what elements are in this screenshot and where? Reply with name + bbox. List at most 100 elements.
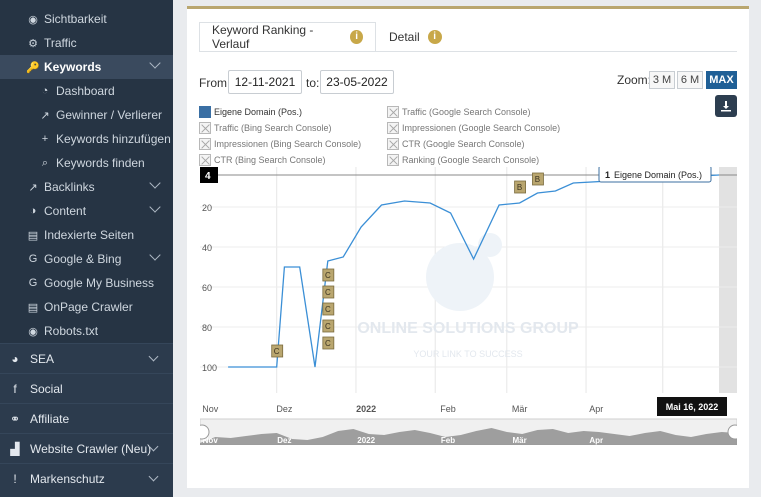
tab-detail[interactable]: Detail i: [377, 22, 457, 52]
disabled-x-icon: [387, 105, 399, 118]
sidebar-item-sichtbarkeit[interactable]: ◉ Sichtbarkeit: [0, 7, 173, 31]
tooltip-series: Eigene Domain (Pos.): [614, 170, 702, 180]
disabled-x-icon: [199, 153, 211, 166]
google-icon: G: [28, 277, 38, 289]
tooltip-rank: 1: [605, 170, 610, 180]
sidebar-item-content[interactable]: ◑ Content: [0, 199, 173, 223]
legend-item[interactable]: Traffic (Bing Search Console): [199, 121, 332, 134]
legend-label: Impressionen (Bing Search Console): [214, 138, 362, 149]
sidebar-item-sea[interactable]: ◕ SEA: [0, 343, 173, 373]
event-flag-label: C: [274, 347, 280, 356]
disabled-x-icon: [387, 153, 399, 166]
tab-divider: [199, 51, 737, 52]
tab-label: Detail: [389, 30, 420, 44]
x-tick-label: Mär: [512, 404, 528, 414]
sidebar-item-onpage-crawler[interactable]: ▤ OnPage Crawler: [0, 295, 173, 319]
document-icon: ▤: [27, 301, 39, 314]
sidebar-item-backlinks[interactable]: ↗ Backlinks: [0, 175, 173, 199]
to-date-input[interactable]: 23-05-2022: [320, 70, 394, 94]
tab-label: Keyword Ranking - Verlauf: [212, 23, 314, 51]
chevron-down-icon: [149, 57, 161, 69]
x-tick-label: Nov: [202, 404, 219, 414]
watermark-text: ONLINE SOLUTIONS GROUP: [357, 320, 579, 337]
from-date-input[interactable]: 12-11-2021: [228, 70, 302, 94]
sidebar-item-label: Gewinner / Verlierer: [56, 108, 163, 122]
legend-label: Traffic (Google Search Console): [402, 106, 531, 117]
facebook-icon: f: [13, 381, 17, 396]
legend-item[interactable]: Ranking (Google Search Console): [387, 153, 539, 166]
x-tick-label: Apr: [589, 404, 603, 414]
info-icon[interactable]: i: [350, 30, 363, 44]
ranking-line-chart[interactable]: ONLINE SOLUTIONS GROUP YOUR LINK TO SUCCE…: [200, 167, 737, 445]
x-tick-label: Feb: [440, 404, 456, 414]
sidebar-item-keywords[interactable]: 🔑 Keywords: [0, 55, 173, 79]
x-tick-label: Dez: [276, 404, 293, 414]
date-badge-label: Mai 16, 2022: [666, 402, 719, 412]
legend-item[interactable]: Impressionen (Bing Search Console): [199, 137, 361, 150]
sidebar-item-google-my-business[interactable]: G Google My Business: [0, 271, 173, 295]
sidebar-item-label: Affiliate: [30, 411, 70, 426]
y-tick-label: 100: [202, 363, 217, 373]
legend-item[interactable]: Eigene Domain (Pos.): [199, 105, 302, 118]
event-flag-label: C: [325, 271, 331, 280]
zoom-max-button[interactable]: MAX: [706, 71, 737, 89]
chevron-down-icon: [149, 177, 161, 189]
event-flag-label: C: [325, 305, 331, 314]
event-flag-label: C: [325, 322, 331, 331]
legend-item[interactable]: CTR (Bing Search Console): [199, 153, 326, 166]
sidebar-item-label: Google My Business: [44, 276, 155, 290]
dashboard-icon: ◔: [41, 85, 49, 97]
bar-chart-icon: ▟: [10, 441, 20, 456]
series-swatch-icon: [199, 105, 211, 118]
sidebar-item-indexierte-seiten[interactable]: ▤ Indexierte Seiten: [0, 223, 173, 247]
sidebar-item-label: Traffic: [44, 36, 77, 50]
sidebar-item-label: Dashboard: [56, 84, 115, 98]
pie-chart-icon: ◕: [11, 351, 19, 366]
sidebar-item-affiliate[interactable]: ⚭ Affiliate: [0, 403, 173, 433]
sidebar-item-google-bing[interactable]: G Google & Bing: [0, 247, 173, 271]
sidebar-item-gewinner-verlierer[interactable]: ↗ Gewinner / Verlierer: [0, 103, 173, 127]
plus-icon: +: [41, 133, 49, 145]
document-icon: ▤: [27, 229, 39, 242]
zoom-label: Zoom:: [617, 73, 652, 87]
sidebar-item-label: Keywords finden: [56, 156, 145, 170]
sidebar-item-traffic[interactable]: ⚙ Traffic: [0, 31, 173, 55]
from-label: From:: [199, 76, 231, 90]
sidebar-item-website-crawler-neu[interactable]: ▟ Website Crawler (Neu): [0, 433, 173, 463]
external-link-icon: ↗: [40, 109, 50, 122]
sidebar-item-label: Backlinks: [44, 180, 95, 194]
legend-label: Ranking (Google Search Console): [402, 154, 540, 165]
legend-label: Impressionen (Google Search Console): [402, 122, 561, 133]
x-tick-label: 2022: [356, 404, 376, 414]
chevron-down-icon: [149, 249, 161, 261]
sidebar-item-label: Markenschutz: [30, 471, 105, 486]
sidebar-item-robots-txt[interactable]: ◉ Robots.txt: [0, 319, 173, 343]
tab-keyword-ranking-verlauf[interactable]: Keyword Ranking - Verlauf i: [199, 22, 376, 52]
disabled-x-icon: [199, 121, 211, 134]
event-flag-label: B: [535, 175, 540, 184]
sidebar-item-social[interactable]: f Social: [0, 373, 173, 403]
sidebar-item-markenschutz[interactable]: ! Markenschutz: [0, 463, 173, 493]
legend-item[interactable]: Impressionen (Google Search Console): [387, 121, 560, 134]
sidebar-item-keywords-hinzufügen[interactable]: + Keywords hinzufügen: [0, 127, 173, 151]
download-button[interactable]: [715, 95, 737, 117]
legend-item[interactable]: Traffic (Google Search Console): [387, 105, 531, 118]
navigator-handle-right[interactable]: [727, 424, 737, 440]
navigator-handle-left[interactable]: [200, 424, 210, 440]
legend-label: CTR (Google Search Console): [402, 138, 525, 149]
sidebar: ◉ Sichtbarkeit ⚙ Traffic 🔑 Keywords ◔ Dashboard…: [0, 0, 173, 497]
info-icon[interactable]: i: [427, 30, 442, 44]
google-icon: G: [28, 253, 38, 265]
crosshair-label: 4: [205, 171, 211, 182]
sidebar-item-dashboard[interactable]: ◔ Dashboard: [0, 79, 173, 103]
eye-icon: ◉: [28, 325, 38, 338]
zoom-6m-button[interactable]: 6 M: [677, 71, 703, 89]
legend-label: CTR (Bing Search Console): [214, 154, 326, 165]
sidebar-item-keywords-finden[interactable]: ⌕ Keywords finden: [0, 151, 173, 175]
sidebar-item-label: Content: [44, 204, 87, 218]
legend-item[interactable]: CTR (Google Search Console): [387, 137, 525, 150]
sidebar-item-label: OnPage Crawler: [44, 300, 133, 314]
disabled-x-icon: [387, 121, 399, 134]
navigator-label: Mär: [512, 436, 526, 445]
zoom-3m-button[interactable]: 3 M: [649, 71, 675, 89]
